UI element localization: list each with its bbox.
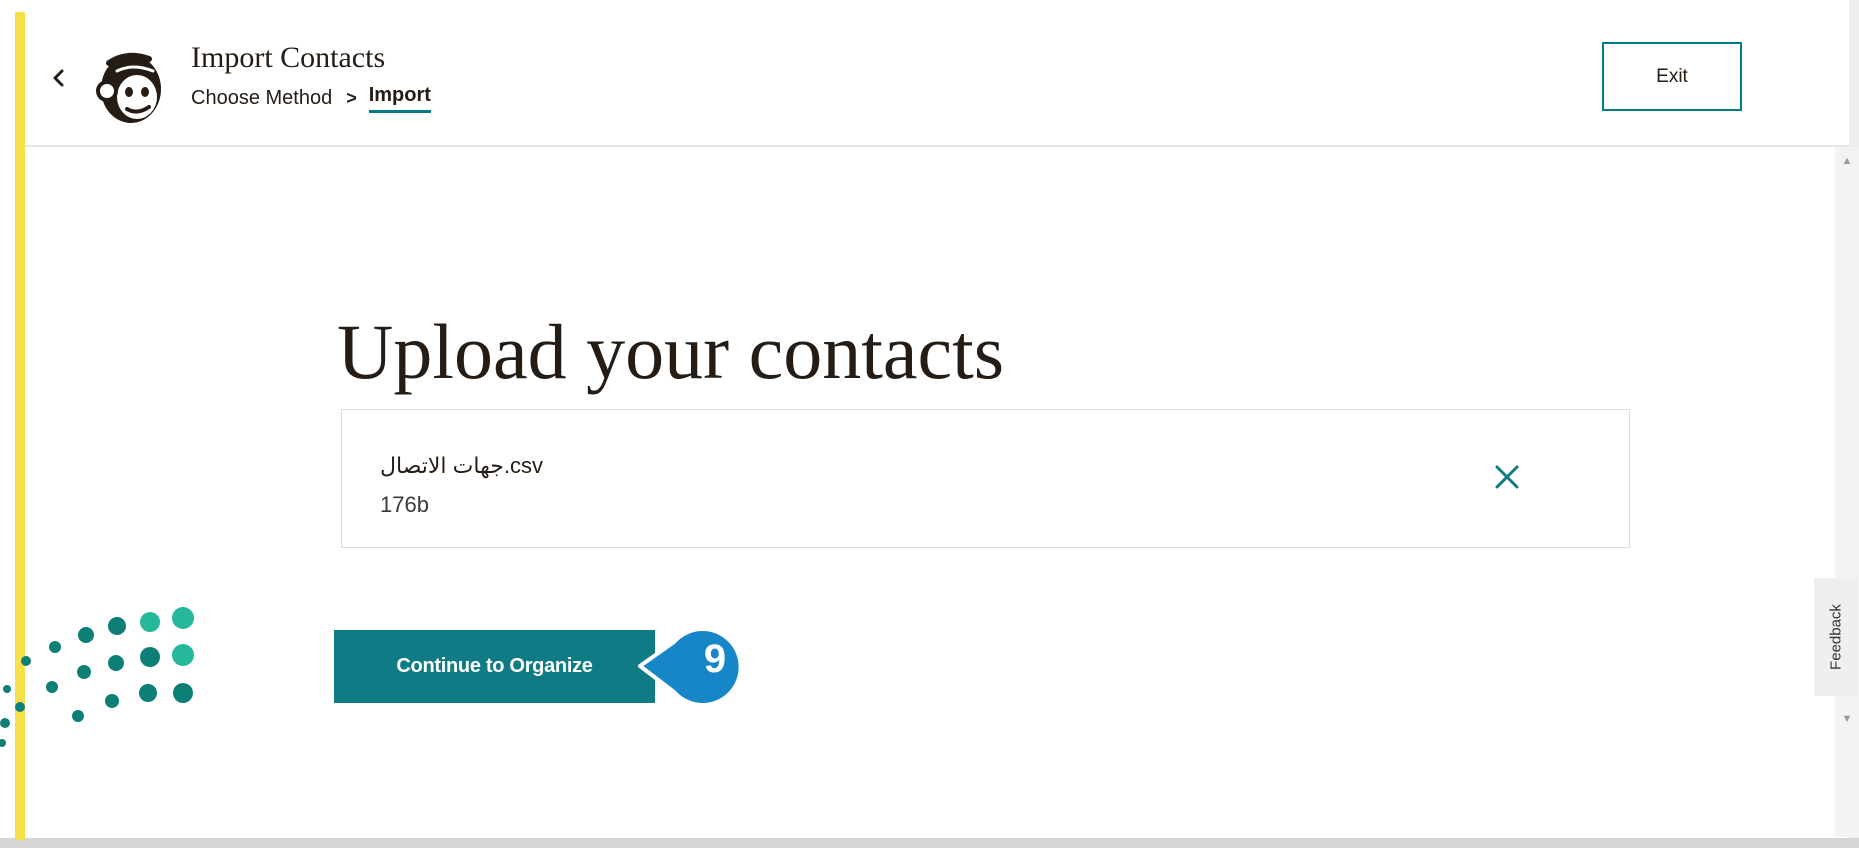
scroll-down-icon[interactable]: ▼: [1840, 713, 1854, 727]
back-chevron-icon[interactable]: [45, 64, 73, 92]
continue-to-organize-button[interactable]: Continue to Organize: [334, 630, 655, 703]
page-title: Import Contacts: [191, 41, 386, 74]
remove-file-close-icon[interactable]: [1492, 462, 1522, 492]
vertical-scrollbar[interactable]: ▲ ▼: [1835, 147, 1859, 837]
feedback-label: Feedback: [1827, 604, 1845, 670]
window-edge-bottom: [0, 838, 1859, 848]
exit-button[interactable]: Exit: [1602, 42, 1742, 111]
breadcrumb-import[interactable]: Import: [368, 84, 431, 113]
breadcrumb-choose-method[interactable]: Choose Method: [191, 87, 332, 110]
uploaded-file-card: جهات الاتصال.csv 176b: [341, 409, 1630, 548]
feedback-tab[interactable]: Feedback: [1814, 578, 1858, 696]
step-number: 9: [703, 636, 727, 681]
breadcrumb-separator: >: [346, 88, 357, 108]
breadcrumb: Choose Method > Import: [191, 84, 431, 113]
decorative-dots: [0, 595, 210, 765]
app-header: Import Contacts Choose Method > Import E…: [25, 12, 1849, 147]
file-size: 176b: [380, 492, 429, 517]
upload-heading: Upload your contacts: [337, 308, 1005, 396]
file-name: جهات الاتصال.csv: [380, 453, 543, 478]
scroll-up-icon[interactable]: ▲: [1840, 155, 1854, 169]
mailchimp-logo-icon: [87, 45, 179, 131]
